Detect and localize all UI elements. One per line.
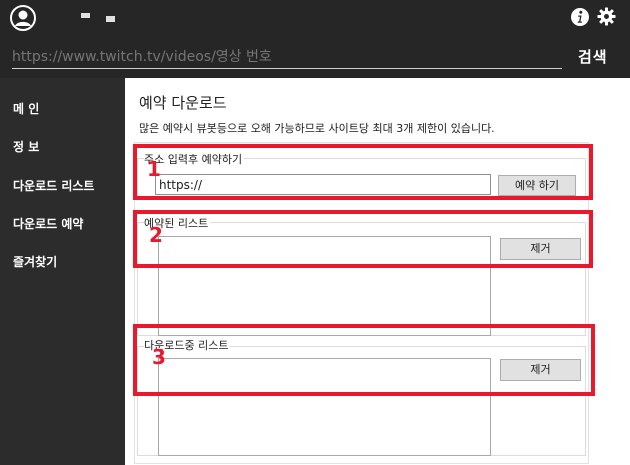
sidebar-item-download-reserve[interactable]: 다운로드 예약	[13, 215, 83, 232]
annotation-box-1	[133, 144, 593, 200]
maximize-icon[interactable]	[106, 16, 115, 22]
gear-icon[interactable]	[597, 7, 616, 26]
user-avatar-icon[interactable]	[10, 5, 36, 31]
annotation-number-2: 2	[149, 223, 163, 247]
search-button[interactable]: 검색	[578, 46, 608, 68]
info-icon[interactable]	[570, 7, 590, 27]
annotation-number-3: 3	[152, 345, 166, 369]
annotation-box-3	[133, 324, 595, 396]
annotation-box-2	[133, 210, 593, 268]
top-bar: 검색	[0, 0, 630, 78]
sidebar-item-info[interactable]: 정 보	[13, 138, 39, 155]
minimize-icon[interactable]	[81, 13, 90, 18]
annotation-number-1: 1	[147, 157, 161, 181]
sidebar-item-favorites[interactable]: 즐겨찾기	[13, 253, 57, 270]
page-title: 예약 다운로드	[139, 94, 227, 112]
limit-notice: 많은 예약시 뷰봇등으로 오해 가능하므로 사이트당 최대 3개 제한이 있습니…	[139, 122, 495, 135]
url-input[interactable]	[12, 46, 562, 69]
sidebar-item-main[interactable]: 메 인	[13, 100, 39, 117]
sidebar-item-download-list[interactable]: 다운로드 리스트	[13, 177, 94, 194]
sidebar	[0, 78, 125, 465]
